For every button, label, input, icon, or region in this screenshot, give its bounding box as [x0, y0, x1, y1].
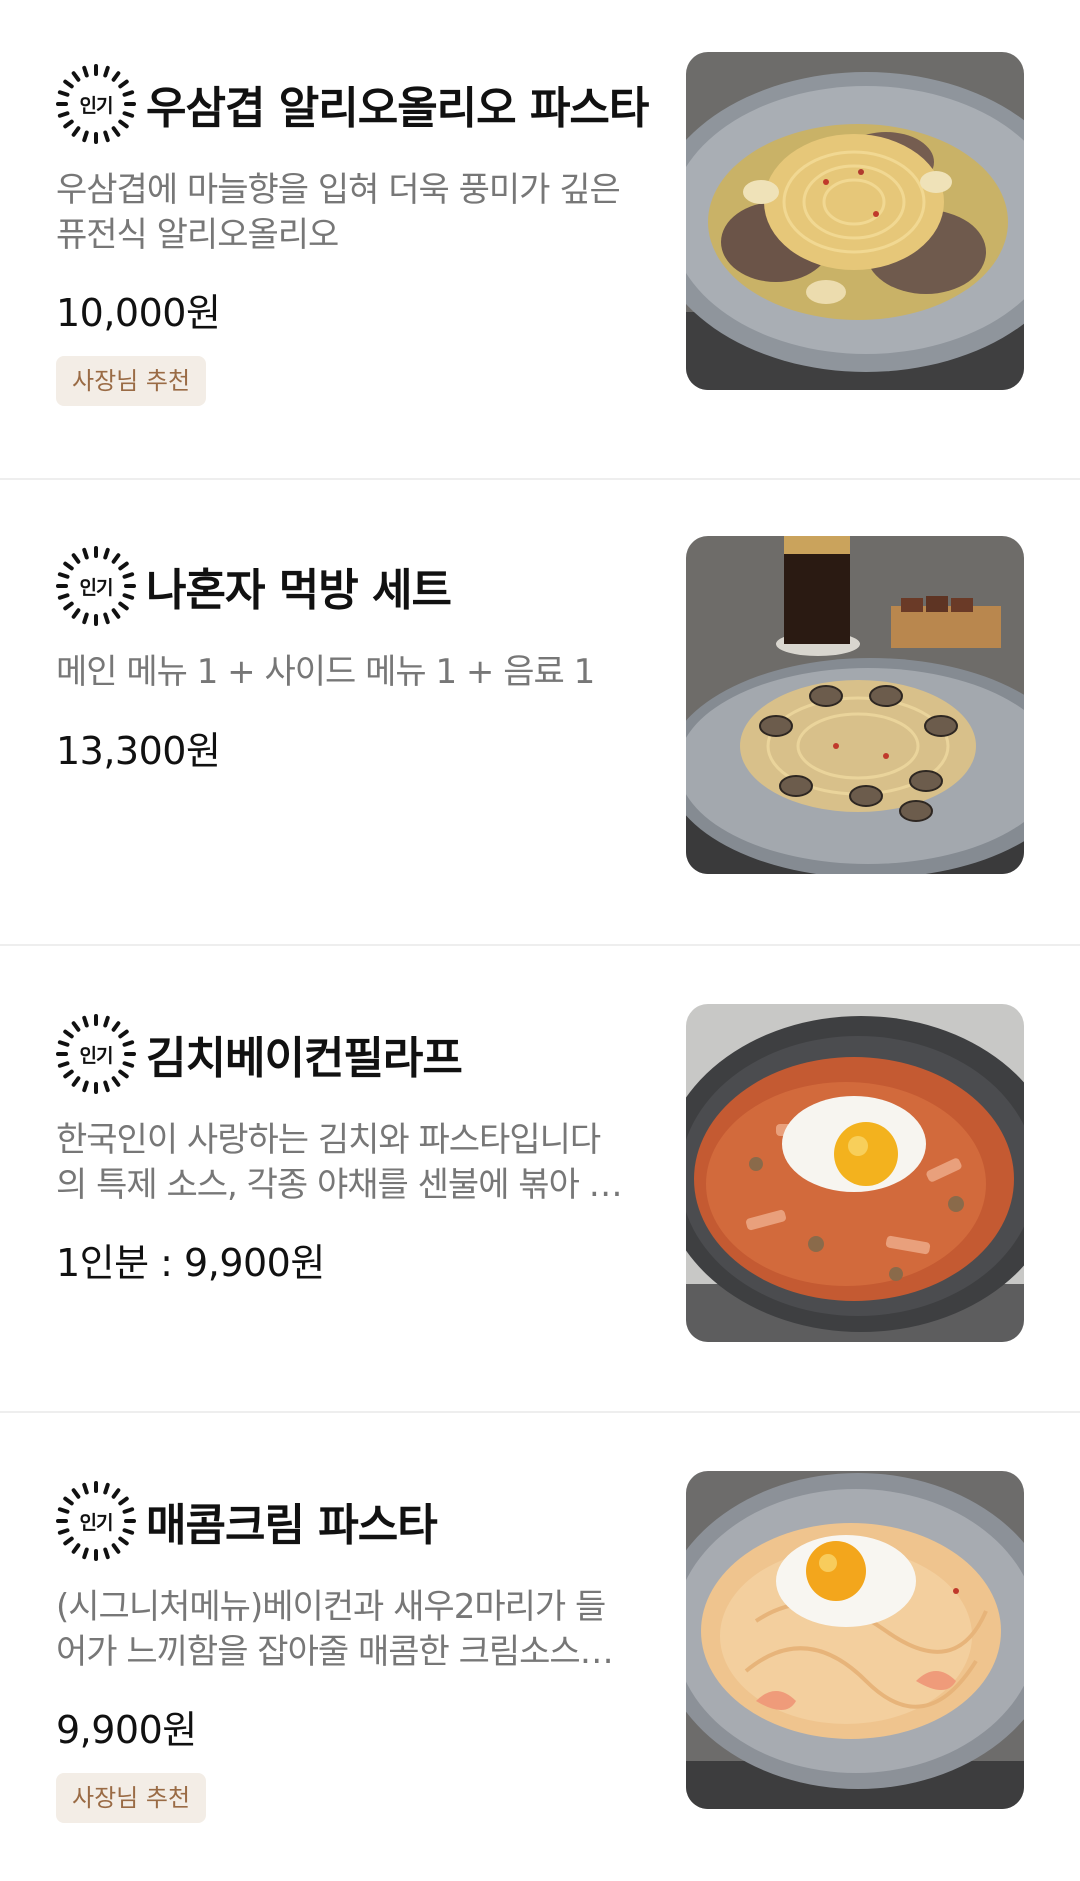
menu-item[interactable]: 인기 나혼자 먹방 세트 메인 메뉴 1 + 사이드 메뉴 1 + 음료 1 1… [0, 480, 1080, 946]
popular-badge-label: 인기 [79, 1044, 114, 1067]
menu-title: 나혼자 먹방 세트 [146, 565, 452, 616]
popular-badge-icon: 인기 [56, 1014, 136, 1094]
menu-description: (시그니처메뉴)베이컨과 새우2마리가 들 어가 느끼함을 잡아줄 매콤한 크림… [56, 1585, 656, 1675]
menu-description: 한국인이 사랑하는 김치와 파스타입니다 의 특제 소스, 각종 야채를 센불에… [56, 1118, 656, 1208]
menu-description-line: 한국인이 사랑하는 김치와 파스타입니다 [56, 1120, 601, 1160]
menu-price: 10,000원 [56, 291, 221, 335]
menu-title: 매콤크림 파스타 [146, 1500, 438, 1551]
title-row: 인기 나혼자 먹방 세트 [56, 546, 452, 626]
menu-description-line: 퓨전식 알리오올리오 [56, 215, 339, 255]
menu-price: 9,900원 [56, 1708, 197, 1752]
title-row: 인기 매콤크림 파스타 [56, 1481, 438, 1561]
menu-title: 김치베이컨필라프 [146, 1033, 463, 1084]
menu-description-line: 어가 느끼함을 잡아줄 매콤한 크림소스… [56, 1632, 614, 1672]
popular-badge-icon: 인기 [56, 546, 136, 626]
menu-item[interactable]: 인기 김치베이컨필라프 한국인이 사랑하는 김치와 파스타입니다 의 특제 소스… [0, 946, 1080, 1413]
popular-badge-label: 인기 [79, 94, 114, 117]
menu-price: 1인분 : 9,900원 [56, 1241, 325, 1285]
menu-description: 우삼겹에 마늘향을 입혀 더욱 풍미가 깊은 퓨전식 알리오올리오 [56, 168, 656, 258]
owner-recommend-tag: 사장님 추천 [56, 1773, 207, 1823]
aglio-olio-pasta-photo[interactable] [686, 52, 1024, 390]
popular-badge-label: 인기 [79, 1511, 114, 1534]
menu-item[interactable]: 인기 우삼겹 알리오올리오 파스타 우삼겹에 마늘향을 입혀 더욱 풍미가 깊은… [0, 0, 1080, 480]
menu-description: 메인 메뉴 1 + 사이드 메뉴 1 + 음료 1 [56, 650, 656, 695]
title-row: 인기 김치베이컨필라프 [56, 1014, 463, 1094]
menu-description-line: 우삼겹에 마늘향을 입혀 더욱 풍미가 깊은 [56, 170, 621, 210]
popular-badge-label: 인기 [79, 576, 114, 599]
menu-price: 13,300원 [56, 729, 221, 773]
menu-description-line: 메인 메뉴 1 + 사이드 메뉴 1 + 음료 1 [56, 652, 595, 692]
menu-description-line: 의 특제 소스, 각종 야채를 센불에 볶아 … [56, 1165, 623, 1205]
popular-badge-icon: 인기 [56, 1481, 136, 1561]
popular-badge-icon: 인기 [56, 64, 136, 144]
menu-description-line: (시그니처메뉴)베이컨과 새우2마리가 들 [56, 1587, 606, 1627]
clam-pasta-set-photo[interactable] [686, 536, 1024, 874]
owner-recommend-tag: 사장님 추천 [56, 356, 207, 406]
menu-item[interactable]: 인기 매콤크림 파스타 (시그니처메뉴)베이컨과 새우2마리가 들 어가 느끼함… [0, 1413, 1080, 1881]
spicy-cream-pasta-photo[interactable] [686, 1471, 1024, 1809]
kimchi-pilaf-photo[interactable] [686, 1004, 1024, 1342]
title-row: 인기 우삼겹 알리오올리오 파스타 [56, 64, 649, 144]
menu-title: 우삼겹 알리오올리오 파스타 [146, 83, 649, 134]
